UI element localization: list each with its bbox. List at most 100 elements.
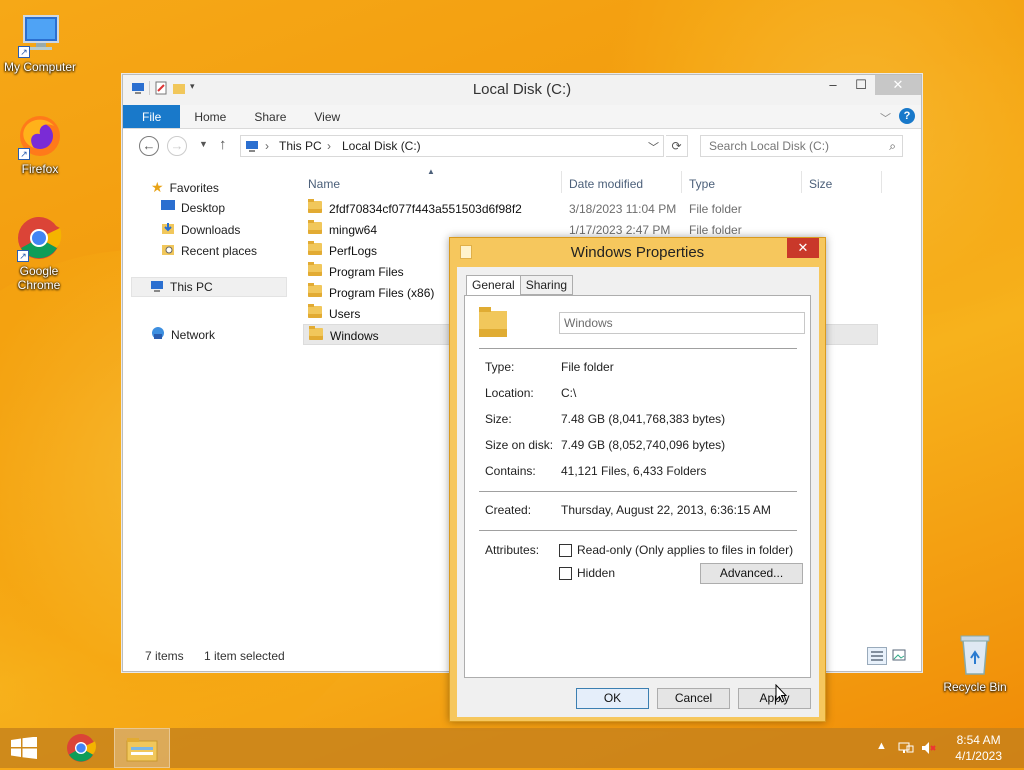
contains-label: Contains: xyxy=(485,464,536,478)
desktop-icon-chrome[interactable]: ↗ Google Chrome xyxy=(0,214,79,292)
recent-places-icon xyxy=(161,242,175,259)
type-label: Type: xyxy=(485,360,515,374)
properties-dialog: Windows Properties ✕ General Sharing Win… xyxy=(449,237,826,722)
nav-this-pc[interactable]: This PC xyxy=(131,277,287,297)
file-type: File folder xyxy=(689,223,742,237)
file-name: Program Files xyxy=(329,265,404,279)
file-row[interactable]: 2fdf70834cf077f443a551503d6f98f2 3/18/20… xyxy=(303,198,878,219)
back-button[interactable]: ← xyxy=(139,136,159,156)
column-header-name[interactable]: Name xyxy=(308,177,340,191)
column-header-type[interactable]: Type xyxy=(689,177,715,191)
desktop-icon-firefox[interactable]: ↗ Firefox xyxy=(0,112,80,176)
tab-sharing[interactable]: Sharing xyxy=(519,275,574,295)
file-name: mingw64 xyxy=(329,223,378,237)
status-item-count: 7 items xyxy=(145,649,184,663)
sort-ascending-icon: ▲ xyxy=(427,167,435,176)
advanced-button[interactable]: Advanced... xyxy=(700,563,803,584)
tab-view[interactable]: View xyxy=(300,105,354,128)
nav-label: Recent places xyxy=(181,243,258,258)
dialog-body: General Sharing Windows Type: File folde… xyxy=(457,267,819,717)
show-hidden-icons[interactable]: ▲ xyxy=(876,740,887,752)
refresh-button[interactable]: ⟳ xyxy=(666,135,688,157)
taskbar: ▲ 8:54 AM 4/1/2023 xyxy=(0,728,1024,768)
file-name: Program Files (x86) xyxy=(329,286,435,300)
folder-icon xyxy=(308,283,322,297)
column-header-size[interactable]: Size xyxy=(809,177,832,191)
general-tab-panel: Windows Type: File folder Location: C:\ … xyxy=(464,295,811,678)
nav-label: This PC xyxy=(170,280,213,294)
computer-icon xyxy=(245,139,259,156)
file-type: File folder xyxy=(689,202,742,216)
desktop-icon-label: Firefox xyxy=(21,162,59,176)
address-bar[interactable]: › This PC › Local Disk (C:) ﹀ xyxy=(240,135,664,157)
column-header-date-modified[interactable]: Date modified xyxy=(569,177,643,191)
nav-desktop[interactable]: Desktop xyxy=(161,200,225,215)
clock[interactable]: 8:54 AM 4/1/2023 xyxy=(955,732,1002,764)
attributes-label: Attributes: xyxy=(485,543,540,557)
nav-label: Downloads xyxy=(181,222,241,237)
up-arrow-icon[interactable]: ↑ xyxy=(219,136,227,153)
volume-muted-icon[interactable] xyxy=(920,740,936,759)
computer-icon: ↗ xyxy=(16,10,64,58)
start-button[interactable] xyxy=(10,736,38,759)
nav-downloads[interactable]: Downloads xyxy=(161,221,240,238)
recent-locations-icon[interactable]: ▼ xyxy=(199,139,208,149)
file-name: Windows xyxy=(330,329,379,343)
chevron-down-icon[interactable]: ﹀ xyxy=(648,139,659,155)
explorer-titlebar[interactable]: ▾ Local Disk (C:) – ☐ ✕ xyxy=(123,75,921,105)
tab-file[interactable]: File xyxy=(123,105,181,128)
desktop-icon-recycle-bin[interactable]: Recycle Bin xyxy=(935,630,1015,694)
breadcrumb-this-pc[interactable]: This PC xyxy=(279,139,322,153)
windows-logo-icon xyxy=(11,736,37,759)
folder-icon xyxy=(308,304,322,318)
expand-ribbon-icon[interactable]: ﹀ xyxy=(880,110,891,126)
folder-icon xyxy=(309,326,323,340)
tab-general[interactable]: General xyxy=(466,275,521,296)
tab-share[interactable]: Share xyxy=(240,105,300,128)
desktop-icon-my-computer[interactable]: ↗ My Computer xyxy=(0,10,80,74)
network-icon[interactable] xyxy=(898,740,914,759)
readonly-checkbox[interactable] xyxy=(559,544,572,557)
size-label: Size: xyxy=(485,412,512,426)
large-icons-view-button[interactable] xyxy=(890,647,910,665)
taskbar-chrome[interactable] xyxy=(56,728,112,768)
desktop-icon-label: My Computer xyxy=(3,60,77,74)
folder-name-field[interactable]: Windows xyxy=(559,312,805,334)
nav-network[interactable]: Network xyxy=(151,326,215,343)
ok-button[interactable]: OK xyxy=(576,688,649,709)
star-icon: ★ xyxy=(151,179,164,195)
folder-icon xyxy=(308,262,322,276)
folder-icon xyxy=(308,199,322,213)
nav-favorites[interactable]: ★ Favorites xyxy=(151,179,219,196)
ribbon: File Home Share View ﹀ ? xyxy=(123,105,921,129)
cancel-button[interactable]: Cancel xyxy=(657,688,730,709)
forward-button[interactable]: → xyxy=(167,136,187,156)
tab-home[interactable]: Home xyxy=(180,105,240,128)
breadcrumb-local-disk[interactable]: Local Disk (C:) xyxy=(342,139,421,153)
hidden-checkbox[interactable] xyxy=(559,567,572,580)
contains-value: 41,121 Files, 6,433 Folders xyxy=(561,464,707,478)
close-button[interactable]: ✕ xyxy=(875,75,921,95)
location-value: C:\ xyxy=(561,386,577,400)
file-name: 2fdf70834cf077f443a551503d6f98f2 xyxy=(329,202,522,216)
navigation-pane: ★ Favorites Desktop Downloads Recent pla… xyxy=(123,171,295,641)
nav-recent-places[interactable]: Recent places xyxy=(161,242,257,259)
created-value: Thursday, August 22, 2013, 6:36:15 AM xyxy=(561,503,771,517)
help-icon[interactable]: ? xyxy=(899,108,915,124)
maximize-button[interactable]: ☐ xyxy=(847,75,875,95)
chrome-icon: ↗ xyxy=(15,214,63,262)
details-view-button[interactable] xyxy=(867,647,887,665)
folder-icon xyxy=(308,241,322,255)
search-icon: ⌕ xyxy=(889,139,896,153)
search-input[interactable]: Search Local Disk (C:) ⌕ xyxy=(700,135,903,157)
minimize-button[interactable]: – xyxy=(819,75,847,95)
created-label: Created: xyxy=(485,503,532,517)
hidden-label: Hidden xyxy=(577,566,616,580)
file-explorer-icon xyxy=(126,738,158,762)
taskbar-file-explorer[interactable] xyxy=(114,728,170,768)
recycle-bin-icon xyxy=(951,630,999,678)
status-selected-count: 1 item selected xyxy=(204,649,285,663)
downloads-icon xyxy=(161,221,175,238)
desktop-icon xyxy=(161,200,175,215)
close-button[interactable]: ✕ xyxy=(787,238,819,258)
